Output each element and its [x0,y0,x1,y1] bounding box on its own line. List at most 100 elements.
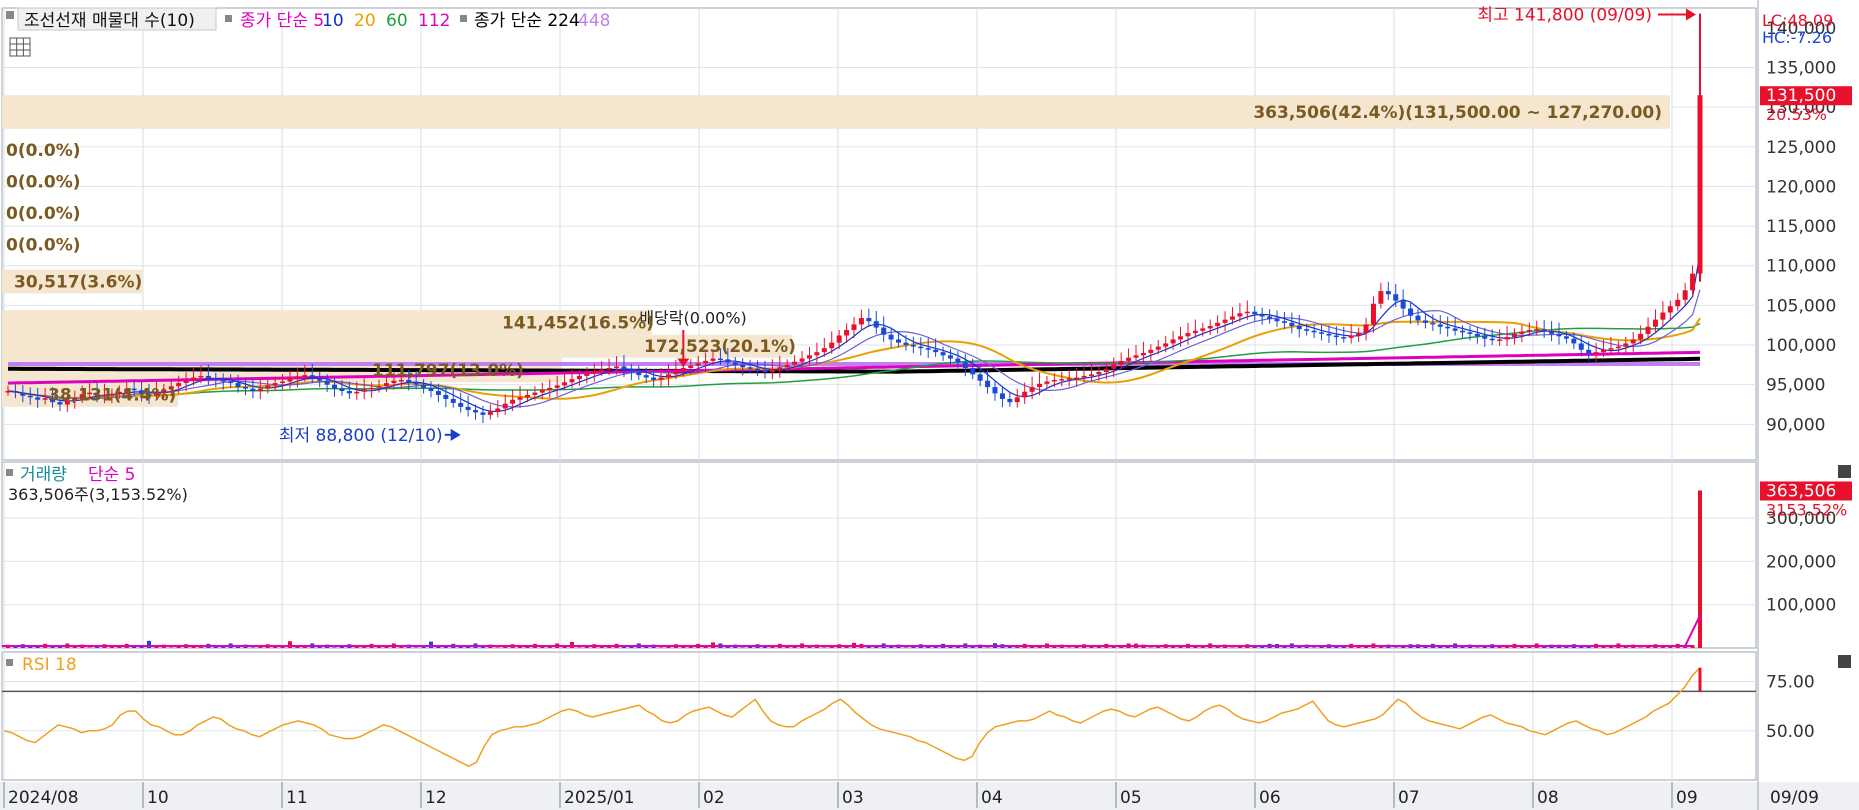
candle-body[interactable] [933,349,939,353]
rsi-close-icon[interactable] [1838,655,1851,668]
candle-body[interactable] [257,388,263,392]
candle-body[interactable] [740,364,746,368]
candle-body[interactable] [1200,328,1206,331]
candle-body[interactable] [725,359,731,363]
candle-body[interactable] [1185,333,1191,337]
candle-body[interactable] [1007,398,1013,403]
candle-body[interactable] [1541,329,1547,332]
candle-body[interactable] [1460,330,1466,333]
candle-body[interactable] [925,348,931,350]
candle-body[interactable] [1489,338,1495,341]
candle-body[interactable] [1452,328,1458,331]
candle-body[interactable] [35,397,41,400]
candle-body[interactable] [732,362,738,365]
candle-body[interactable] [1422,320,1428,323]
candle-body[interactable] [1170,339,1176,344]
candle-body[interactable] [1415,315,1421,321]
candle-body[interactable] [421,384,427,388]
candle-body[interactable] [940,352,946,356]
candle-body[interactable] [1096,371,1102,375]
candle-body[interactable] [1163,343,1169,347]
candle-body[interactable] [1563,336,1569,339]
candle-body[interactable] [1304,329,1310,331]
candle-body[interactable] [220,379,226,382]
candle-body[interactable] [1252,311,1258,315]
candle-body[interactable] [665,374,671,378]
candle-body[interactable] [814,352,820,356]
candle-body[interactable] [473,410,479,413]
candle-body[interactable] [1192,330,1198,334]
candle-body[interactable] [265,385,271,389]
candle-body[interactable] [1074,377,1080,380]
candle-body[interactable] [680,368,686,372]
candle-body[interactable] [873,321,879,328]
candle-body[interactable] [836,335,842,343]
candle-body[interactable] [1667,306,1673,313]
candle-body[interactable] [287,379,293,382]
candle-body[interactable] [332,384,338,389]
candle-body[interactable] [228,381,234,384]
candle-body[interactable] [717,358,723,360]
candle-body[interactable] [903,342,909,346]
candle-body[interactable] [369,387,375,390]
candle-body[interactable] [1155,346,1161,350]
candle-body[interactable] [1140,352,1146,356]
candle-body[interactable] [999,393,1005,399]
candle-body[interactable] [1385,291,1391,295]
candle-body[interactable] [1601,349,1607,353]
candle-body[interactable] [1511,333,1517,338]
candle-body[interactable] [1022,391,1028,398]
candle-body[interactable] [1497,339,1503,341]
candle-body[interactable] [1037,383,1043,388]
candle-body[interactable] [658,377,664,380]
candle-body[interactable] [495,408,501,412]
candle-body[interactable] [1467,332,1473,334]
candle-body[interactable] [858,318,864,325]
candle-body[interactable] [769,369,775,372]
candle-body[interactable] [829,342,835,349]
candle-body[interactable] [1408,308,1414,316]
candle-body[interactable] [1682,290,1688,300]
candle-body[interactable] [1148,349,1154,353]
candle-body[interactable] [1126,357,1132,361]
candle-body[interactable] [1630,339,1636,344]
volume-close-icon[interactable] [1838,465,1851,478]
candle-body[interactable] [27,395,33,398]
candle-body[interactable] [651,377,657,380]
candle-body[interactable] [955,358,961,363]
candle-body[interactable] [309,375,315,378]
candle-body[interactable] [1281,321,1287,323]
candle-body[interactable] [1378,291,1384,304]
candle-body[interactable] [755,368,761,371]
candle-body[interactable] [391,380,397,384]
candle-body[interactable] [1652,319,1658,327]
candle-body[interactable] [354,391,360,394]
candle-body[interactable] [1675,299,1681,307]
candle-body[interactable] [539,390,545,393]
candle-body[interactable] [1267,316,1273,319]
candle-body[interactable] [517,397,523,400]
candle-body[interactable] [272,383,278,386]
candle-body[interactable] [1311,330,1317,333]
candle-body[interactable] [1534,329,1540,331]
candle-body[interactable] [1623,343,1629,347]
candle-body[interactable] [1341,337,1347,339]
candle-body[interactable] [1519,331,1525,334]
candle-body[interactable] [918,346,924,349]
candle-body[interactable] [5,391,11,393]
candle-body[interactable] [213,378,219,380]
candle-body[interactable] [1319,332,1325,334]
candle-body[interactable] [851,324,857,330]
candle-body[interactable] [554,385,560,388]
candle-body[interactable] [1356,333,1362,336]
candle-body[interactable] [1207,325,1213,329]
candle-body[interactable] [205,375,211,379]
candle-body[interactable] [970,368,976,375]
candle-body[interactable] [250,388,256,392]
candle-body[interactable] [317,377,323,381]
candle-body[interactable] [376,386,382,388]
candle-body[interactable] [1259,314,1265,317]
candle-body[interactable] [280,381,286,384]
candle-body[interactable] [183,380,189,384]
candle-body[interactable] [977,374,983,381]
